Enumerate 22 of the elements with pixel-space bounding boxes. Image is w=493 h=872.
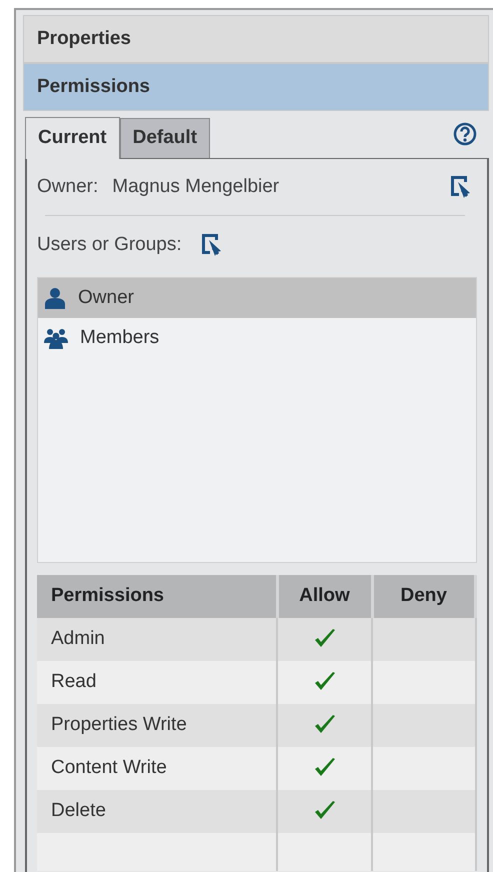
column-header: Deny <box>372 575 476 618</box>
user-icon <box>44 287 66 309</box>
users-groups-label: Users or Groups: <box>37 232 182 257</box>
accordion-header[interactable]: Permissions <box>23 63 489 111</box>
accordion-header[interactable]: Properties <box>23 15 489 63</box>
table-cell: Admin <box>37 618 277 661</box>
help-icon[interactable] <box>453 122 477 146</box>
principal-name: Members <box>80 326 160 350</box>
tab[interactable]: Current <box>25 117 120 159</box>
column-header: Allow <box>277 575 372 618</box>
tab[interactable]: Default <box>120 118 210 158</box>
table-cell: Read <box>37 661 277 704</box>
group-icon <box>44 327 68 349</box>
column-header: Permissions <box>37 575 277 618</box>
principal-item[interactable]: Owner <box>38 278 476 318</box>
principal-name: Owner <box>78 286 134 310</box>
owner-label: Owner: <box>37 174 98 199</box>
principal-item[interactable]: Members <box>38 318 476 358</box>
owner-name: Magnus Mengelbier <box>112 174 280 199</box>
table-cell: Properties Write <box>37 704 277 747</box>
table-cell: Delete <box>37 790 277 833</box>
table-cell: Content Write <box>37 747 277 790</box>
